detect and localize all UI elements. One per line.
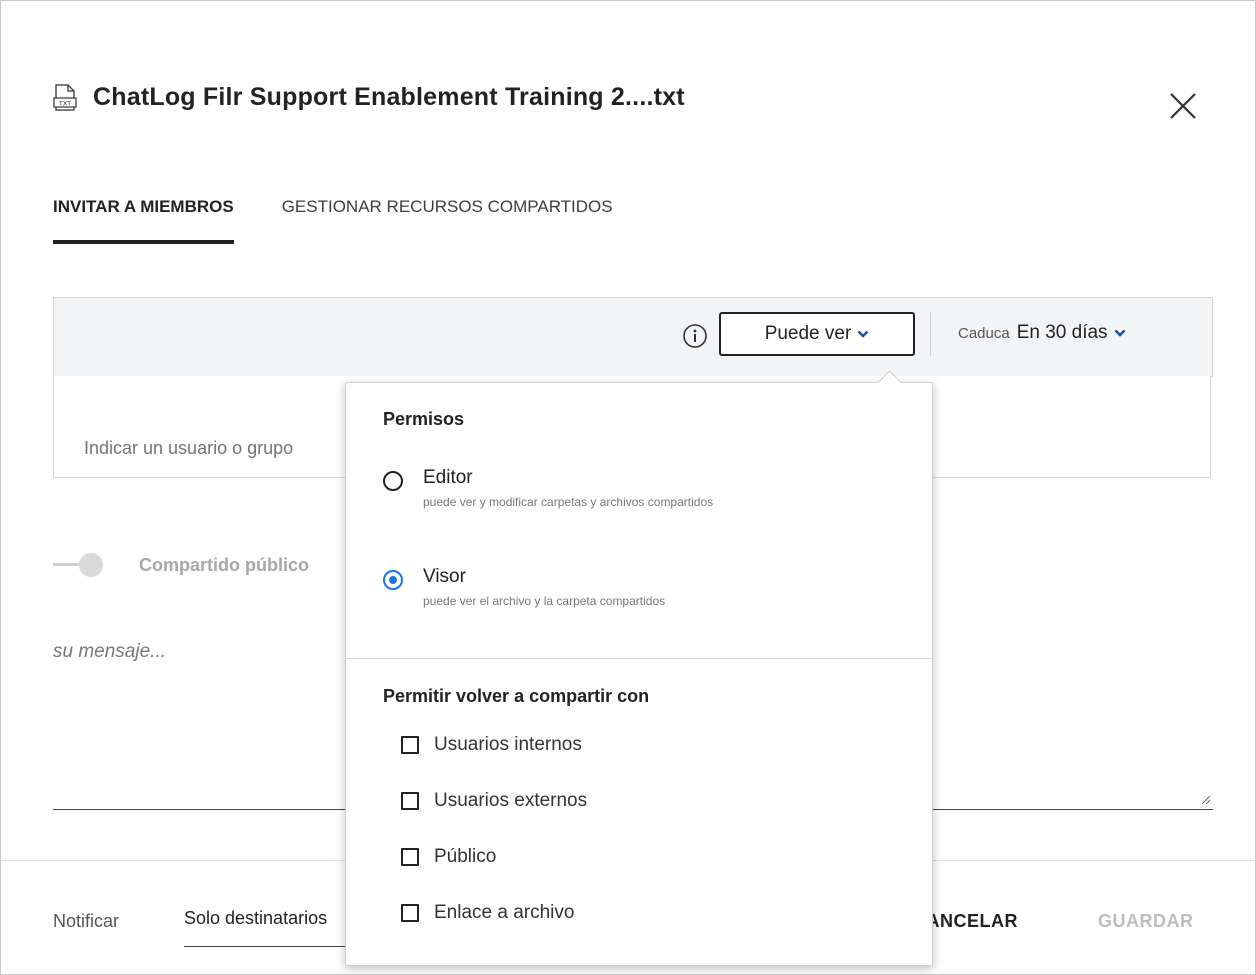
tab-manage-shares[interactable]: GESTIONAR RECURSOS COMPARTIDOS (282, 197, 613, 244)
option-label: Visor (423, 566, 466, 587)
info-icon[interactable] (682, 323, 708, 349)
checkbox-label: Usuarios externos (434, 790, 588, 811)
dialog-title: ChatLog Filr Support Enablement Training… (93, 83, 685, 111)
expire-value: En 30 días (1016, 322, 1108, 343)
reshare-option-file-link[interactable]: Enlace a archivo (401, 902, 574, 924)
permission-label: Puede ver (764, 323, 852, 344)
option-description: puede ver y modificar carpetas y archivo… (423, 495, 714, 509)
dialog-header: TXT ChatLog Filr Support Enablement Trai… (53, 83, 685, 112)
radio-unchecked[interactable] (383, 471, 403, 491)
toolbar-divider (930, 312, 931, 356)
resize-handle-icon[interactable] (1199, 793, 1211, 805)
permissions-heading: Permisos (383, 409, 465, 429)
tab-invite-members[interactable]: INVITAR A MIEMBROS (53, 197, 234, 244)
notify-label: Notificar (53, 911, 120, 931)
option-description: puede ver el archivo y la carpeta compar… (423, 594, 666, 608)
expiration-dropdown[interactable]: Caduca En 30 días (958, 322, 1126, 344)
share-toolbar: Puede ver Caduca En 30 días (53, 297, 1213, 377)
permission-option-editor[interactable]: Editor puede ver y modificar carpetas y … (383, 467, 713, 509)
save-button[interactable]: GUARDAR (1098, 911, 1194, 932)
checkbox[interactable] (401, 736, 419, 754)
checkbox-label: Público (434, 846, 497, 867)
permission-dropdown-button[interactable]: Puede ver (719, 312, 915, 356)
tab-bar: INVITAR A MIEMBROS GESTIONAR RECURSOS CO… (53, 197, 661, 244)
checkbox[interactable] (401, 848, 419, 866)
reshare-option-external[interactable]: Usuarios externos (401, 790, 587, 812)
checkbox[interactable] (401, 904, 419, 922)
checkbox-label: Usuarios internos (434, 734, 582, 755)
chevron-down-icon (857, 330, 869, 338)
close-icon[interactable] (1163, 86, 1203, 126)
message-field[interactable]: su mensaje... (53, 641, 166, 663)
permission-option-viewer[interactable]: Visor puede ver el archivo y la carpeta … (383, 566, 665, 608)
svg-text:TXT: TXT (58, 99, 71, 107)
reshare-heading: Permitir volver a compartir con (383, 686, 650, 706)
option-label: Editor (423, 467, 473, 488)
chevron-down-icon (1114, 329, 1125, 337)
share-dialog: TXT ChatLog Filr Support Enablement Trai… (0, 0, 1256, 975)
checkbox[interactable] (401, 792, 419, 810)
public-share-toggle[interactable] (53, 553, 105, 577)
txt-file-icon: TXT (53, 83, 77, 111)
checkbox-label: Enlace a archivo (434, 902, 575, 923)
notify-select[interactable]: Solo destinatarios (184, 908, 327, 929)
reshare-option-public[interactable]: Público (401, 846, 496, 868)
expire-label: Caduca (958, 324, 1010, 342)
reshare-option-internal[interactable]: Usuarios internos (401, 734, 582, 756)
permissions-menu: Permisos Editor puede ver y modificar ca… (345, 370, 933, 966)
public-share-label: Compartido público (139, 555, 309, 575)
menu-divider (346, 658, 932, 659)
radio-checked[interactable] (383, 570, 403, 590)
